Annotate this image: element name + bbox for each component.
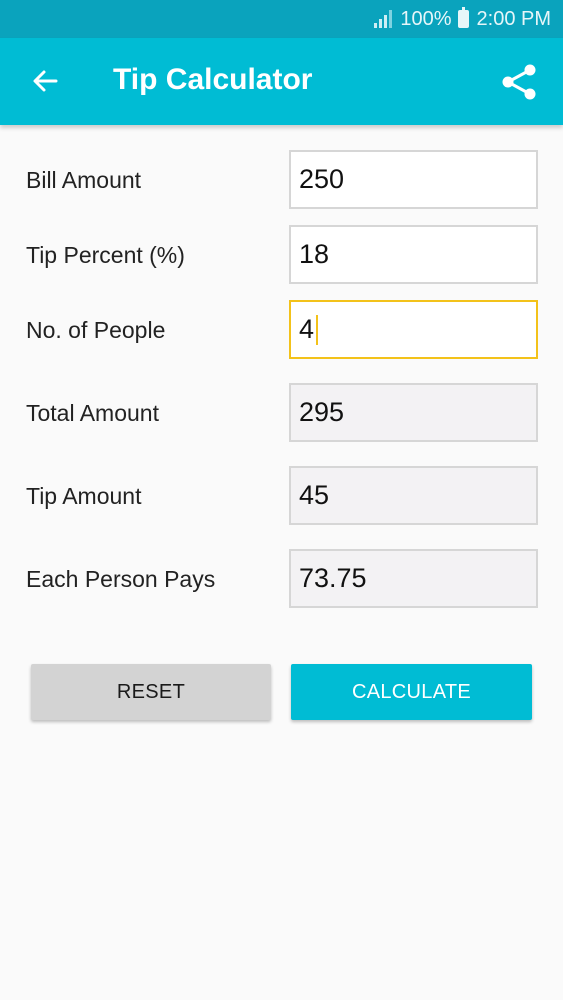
- battery-percent: 100%: [400, 7, 452, 30]
- calculate-button[interactable]: CALCULATE: [291, 664, 532, 720]
- share-button[interactable]: [499, 62, 539, 102]
- bill-amount-label: Bill Amount: [26, 167, 142, 193]
- total-amount-value: 295: [299, 397, 345, 427]
- people-input[interactable]: 4: [289, 300, 538, 359]
- tip-percent-value: 18: [299, 239, 330, 269]
- status-bar: 100% 2:00 PM: [0, 0, 563, 38]
- app-bar: Tip Calculator: [0, 38, 563, 125]
- text-cursor: [316, 314, 319, 345]
- bill-amount-value: 250: [299, 164, 345, 194]
- share-icon: [502, 64, 536, 100]
- tip-amount-field: 45: [289, 466, 538, 525]
- reset-button[interactable]: RESET: [31, 664, 271, 720]
- people-label: No. of People: [26, 317, 166, 343]
- tip-percent-input[interactable]: 18: [289, 225, 538, 284]
- each-person-label: Each Person Pays: [26, 566, 216, 592]
- battery-icon: [457, 7, 469, 28]
- tip-amount-label: Tip Amount: [26, 483, 142, 509]
- bill-amount-input[interactable]: 250: [289, 150, 538, 209]
- tip-percent-label: Tip Percent (%): [26, 242, 185, 268]
- clock: 2:00 PM: [476, 7, 551, 30]
- each-person-field: 73.75: [289, 549, 538, 608]
- people-value: 4: [299, 314, 315, 344]
- arrow-back-icon: [33, 70, 58, 92]
- page-title: Tip Calculator: [113, 63, 313, 96]
- total-amount-field: 295: [289, 383, 538, 442]
- signal-icon: [374, 10, 393, 28]
- tip-amount-value: 45: [299, 480, 330, 510]
- back-button[interactable]: [30, 66, 60, 96]
- each-person-value: 73.75: [299, 563, 367, 593]
- total-amount-label: Total Amount: [26, 400, 159, 426]
